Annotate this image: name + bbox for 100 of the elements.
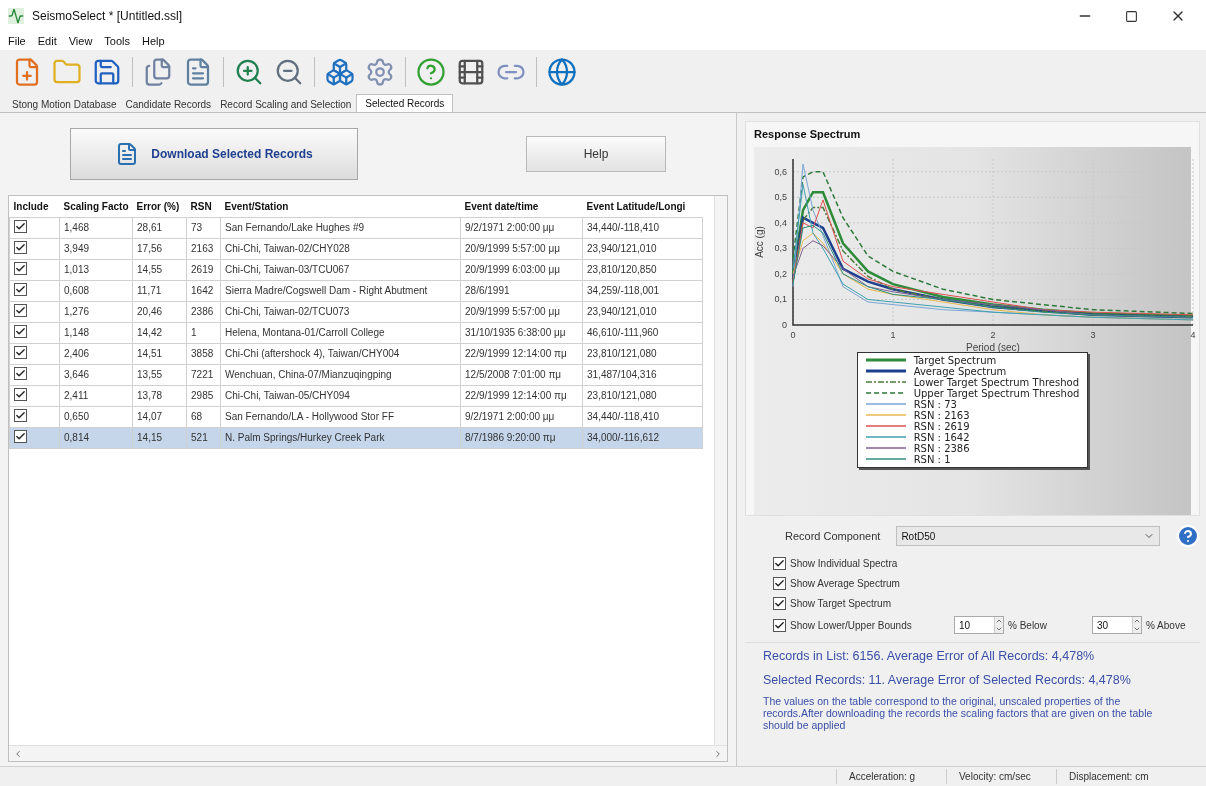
- table-cell: San Fernando/LA - Hollywood Stor FF: [225, 411, 394, 422]
- x-tick-label: 3: [1090, 329, 1095, 340]
- x-tick-label: 1: [890, 329, 895, 340]
- table-cell: 2163: [191, 243, 214, 254]
- option-label: Show Target Spectrum: [790, 597, 892, 611]
- note-text: The values on the table correspond to the original, unscaled properties of the records.After downloading the records the scaling factors that are given on the table should be applied: [763, 694, 1154, 731]
- summary-text: Records in List: 6156. Average Error of All Records: 4,478%: [763, 648, 1096, 665]
- table-cell: 7221: [191, 369, 214, 380]
- table-cell: 22/9/1999 12:14:00 πμ: [465, 390, 567, 401]
- table-cell: 34,440/-118,410: [587, 411, 660, 422]
- x-tick-label: 4: [1190, 329, 1195, 340]
- table-cell: 11,71: [137, 285, 162, 296]
- table-cell: 12/5/2008 7:01:00 πμ: [465, 369, 562, 380]
- table-cell: 17,56: [137, 243, 163, 254]
- table-cell: 23,810/121,080: [587, 348, 657, 359]
- table-cell: 34,440/-118,410: [587, 222, 660, 233]
- table-cell: 0,650: [64, 411, 90, 422]
- table-cell: 1,148: [64, 327, 90, 338]
- table-cell: 20/9/1999 6:03:00 μμ: [465, 264, 560, 275]
- table-cell: Chi-Chi (aftershock 4), Taiwan/CHY004: [225, 348, 400, 359]
- status-text: Acceleration: g: [836, 769, 946, 784]
- y-tick-label: 0,5: [774, 191, 787, 202]
- table-cell: 8/7/1986 9:20:00 πμ: [465, 432, 556, 443]
- table-cell: 14,55: [137, 264, 163, 275]
- table-cell: 34,000/-116,612: [587, 432, 660, 443]
- option-label: Show Average Spectrum: [790, 577, 901, 591]
- table-cell: Chi-Chi, Taiwan-02/TCU073: [225, 306, 350, 317]
- table-cell: 22/9/1999 12:14:00 πμ: [465, 348, 567, 359]
- legend-label: Target Spectrum: [913, 354, 997, 366]
- table-cell: 9/2/1971 2:00:00 μμ: [465, 411, 555, 422]
- table-cell: 0,814: [64, 432, 90, 443]
- y-tick-label: 0,3: [774, 242, 787, 253]
- table-cell: 9/2/1971 2:00:00 μμ: [465, 222, 555, 233]
- table-cell: 28,61: [137, 222, 163, 233]
- legend-label: RSN : 1642: [913, 431, 970, 443]
- legend-label: RSN : 1: [913, 453, 951, 465]
- table-cell: 14,07: [137, 411, 163, 422]
- legend-label: RSN : 2619: [913, 420, 970, 432]
- table-cell: Wenchuan, China-07/Mianzuqingping: [225, 369, 392, 380]
- table-cell: 1: [191, 327, 197, 338]
- chart-title: Response Spectrum: [753, 127, 862, 142]
- table-cell: Chi-Chi, Taiwan-02/CHY028: [225, 243, 350, 254]
- table-cell: 46,610/-111,960: [587, 327, 659, 338]
- status-text: Velocity: cm/sec: [946, 769, 1056, 784]
- table-cell: 1,276: [64, 306, 90, 317]
- y-tick-label: 0,4: [774, 217, 787, 228]
- table-cell: 20,46: [137, 306, 163, 317]
- table-cell: Helena, Montana-01/Carroll College: [225, 327, 385, 338]
- table-cell: 20/9/1999 5:57:00 μμ: [465, 306, 560, 317]
- legend-label: Upper Target Spectrum Threshod: [913, 387, 1080, 399]
- legend-label: Lower Target Spectrum Threshod: [913, 376, 1080, 388]
- table-cell: 2985: [191, 390, 214, 401]
- legend-label: RSN : 2386: [913, 442, 970, 454]
- window-title: SeismoSelect * [Untitled.ssl]: [32, 8, 184, 25]
- table-cell: 23,940/121,010: [587, 306, 657, 317]
- table-cell: 0,608: [64, 285, 90, 296]
- table-cell: Chi-Chi, Taiwan-03/TCU067: [225, 264, 350, 275]
- table-cell: 3,646: [64, 369, 90, 380]
- table-cell: 23,810/120,850: [587, 264, 657, 275]
- x-tick-label: 0: [790, 329, 795, 340]
- table-cell: Chi-Chi, Taiwan-05/CHY094: [225, 390, 350, 401]
- option-label: Show Lower/Upper Bounds: [790, 618, 913, 633]
- y-tick-label: 0,6: [774, 166, 787, 177]
- table-cell: 23,940/121,010: [587, 243, 657, 254]
- legend-label: Average Spectrum: [913, 365, 1007, 377]
- table-cell: 2386: [191, 306, 214, 317]
- table-cell: 28/6/1991: [465, 285, 510, 296]
- table-cell: 68: [191, 411, 203, 422]
- table-cell: 31,487/104,316: [587, 369, 657, 380]
- option-label: Show Individual Spectra: [790, 557, 899, 571]
- table-cell: 521: [191, 432, 208, 443]
- table-cell: 14,51: [137, 348, 163, 359]
- table-cell: 1,013: [64, 264, 90, 275]
- table-cell: 2619: [191, 264, 214, 275]
- table-cell: 23,810/121,080: [587, 390, 657, 401]
- above-label: % Above: [1146, 618, 1186, 633]
- table-cell: 2,406: [64, 348, 90, 359]
- table-cell: 20/9/1999 5:57:00 μμ: [465, 243, 560, 254]
- legend-label: RSN : 73: [913, 398, 957, 410]
- y-tick-label: 0,1: [774, 293, 787, 304]
- summary-text: Selected Records: 11. Average Error of Selected Records: 4,478%: [763, 671, 1132, 689]
- record-component-label: Record Component: [785, 528, 881, 544]
- legend-label: RSN : 2163: [913, 409, 970, 421]
- x-tick-label: 2: [990, 329, 995, 340]
- table-cell: 1642: [191, 285, 214, 296]
- table-cell: 14,42: [137, 327, 163, 338]
- y-tick-label: 0: [781, 319, 787, 330]
- table-cell: 34,259/-118,001: [587, 285, 660, 296]
- table-cell: 14,15: [137, 432, 163, 443]
- table-cell: 13,78: [137, 390, 163, 401]
- table-cell: San Fernando/Lake Hughes #9: [225, 222, 364, 233]
- y-axis-label: Acc (g): [753, 225, 765, 258]
- table-cell: 2,411: [64, 390, 89, 401]
- table-cell: 73: [191, 222, 203, 233]
- table-cell: 31/10/1935 6:38:00 μμ: [465, 327, 566, 338]
- y-tick-label: 0,2: [774, 268, 787, 279]
- table-cell: 1,468: [64, 222, 90, 233]
- table-cell: 3,949: [64, 243, 90, 254]
- table-cell: N. Palm Springs/Hurkey Creek Park: [225, 432, 385, 443]
- table-cell: 13,55: [137, 369, 163, 380]
